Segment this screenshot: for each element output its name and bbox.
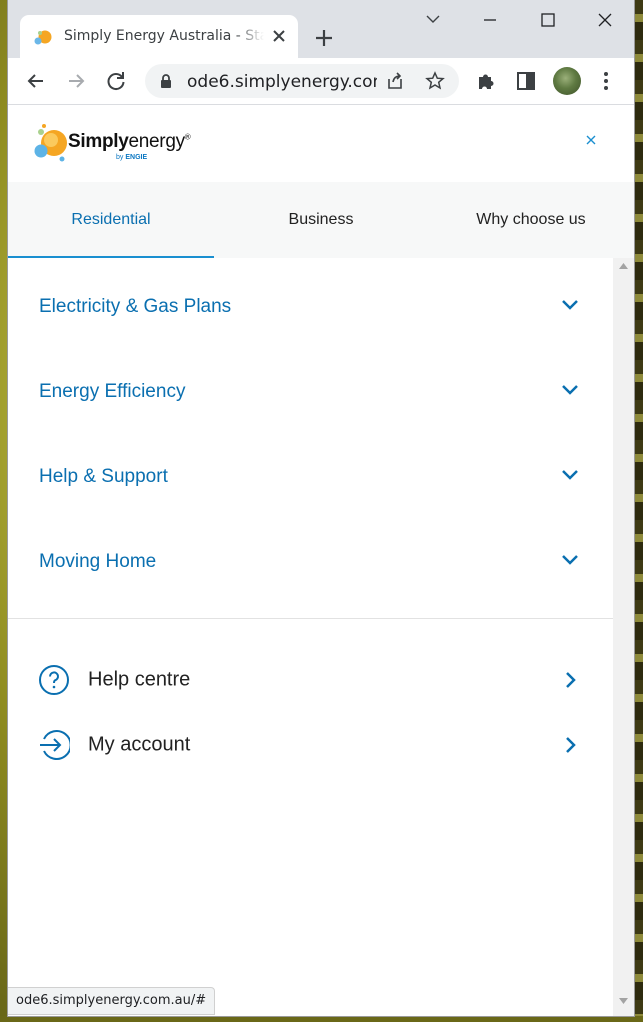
forward-arrow-icon[interactable] xyxy=(63,68,89,94)
menu-item-label: Help & Support xyxy=(39,466,168,487)
chevron-down-icon xyxy=(562,470,578,480)
address-bar[interactable]: ode6.simplyenergy.com.au xyxy=(145,64,459,98)
site-header: Simplyenergy® by ENGIE xyxy=(8,105,634,182)
help-centre-link[interactable]: Help centre xyxy=(8,652,613,712)
desktop-background-strip xyxy=(0,1016,643,1022)
extensions-puzzle-icon[interactable] xyxy=(473,68,499,94)
side-panel-icon[interactable] xyxy=(513,68,539,94)
menu-item-energy-efficiency[interactable]: Energy Efficiency xyxy=(8,343,613,428)
logo-bubbles-icon xyxy=(34,124,67,162)
tab-why-choose-us[interactable]: Why choose us xyxy=(428,182,634,258)
page-scrollbar[interactable] xyxy=(613,258,634,1016)
maximize-icon[interactable] xyxy=(533,8,563,32)
tab-search-icon[interactable] xyxy=(418,8,448,32)
chevron-right-icon xyxy=(566,672,576,688)
question-circle-icon xyxy=(39,665,69,695)
site-favicon-icon xyxy=(34,30,52,45)
close-window-icon[interactable] xyxy=(590,8,620,32)
browser-titlebar: Simply Energy Australia - Start xyxy=(8,0,634,59)
more-menu-icon[interactable] xyxy=(593,68,619,94)
back-arrow-icon[interactable] xyxy=(23,68,49,94)
menu-item-label: Energy Efficiency xyxy=(39,381,186,402)
browser-tab[interactable]: Simply Energy Australia - Start xyxy=(20,15,298,59)
url-text: ode6.simplyenergy.com.au xyxy=(187,72,377,92)
menu-item-moving-home[interactable]: Moving Home xyxy=(8,513,613,598)
menu-item-label: Moving Home xyxy=(39,551,157,572)
menu-panel: Electricity & Gas Plans Energy Efficienc… xyxy=(8,258,613,1016)
tab-title: Simply Energy Australia - Start xyxy=(64,28,264,44)
chevron-down-icon xyxy=(562,555,578,565)
reload-icon[interactable] xyxy=(103,68,129,94)
logo-wordmark: Simplyenergy® xyxy=(68,131,191,152)
share-icon[interactable] xyxy=(385,71,405,91)
bookmark-star-icon[interactable] xyxy=(425,71,445,91)
close-tab-icon[interactable] xyxy=(270,27,288,45)
sign-in-arrow-icon xyxy=(40,730,70,760)
tab-business[interactable]: Business xyxy=(214,182,428,258)
link-label: My account xyxy=(88,733,191,756)
browser-window: Simply Energy Australia - Start ode6.sim… xyxy=(8,0,634,1016)
audience-tabs: Residential Business Why choose us xyxy=(8,182,634,258)
chevron-down-icon xyxy=(562,385,578,395)
close-menu-icon[interactable] xyxy=(584,133,598,147)
menu-item-label: Electricity & Gas Plans xyxy=(39,296,232,317)
lock-icon[interactable] xyxy=(159,73,173,89)
logo-by-engie: by ENGIE xyxy=(116,154,148,161)
menu-divider xyxy=(8,618,613,619)
minimize-icon[interactable] xyxy=(475,8,505,32)
scroll-up-arrow-icon[interactable] xyxy=(618,262,629,270)
chevron-down-icon xyxy=(562,300,578,310)
web-page: Simplyenergy® by ENGIE Residential Busin… xyxy=(8,105,634,1016)
browser-toolbar: ode6.simplyenergy.com.au xyxy=(8,58,634,105)
scroll-down-arrow-icon[interactable] xyxy=(618,997,629,1005)
my-account-link[interactable]: My account xyxy=(8,717,613,777)
menu-item-electricity-gas-plans[interactable]: Electricity & Gas Plans xyxy=(8,258,613,343)
simply-energy-logo[interactable]: Simplyenergy® by ENGIE xyxy=(34,123,194,167)
tab-residential[interactable]: Residential xyxy=(8,182,214,258)
chevron-right-icon xyxy=(566,737,576,753)
new-tab-icon[interactable] xyxy=(313,27,335,49)
menu-item-help-support[interactable]: Help & Support xyxy=(8,428,613,513)
profile-avatar[interactable] xyxy=(553,67,581,95)
link-status-bar: ode6.simplyenergy.com.au/# xyxy=(8,987,216,1015)
link-label: Help centre xyxy=(88,668,191,691)
